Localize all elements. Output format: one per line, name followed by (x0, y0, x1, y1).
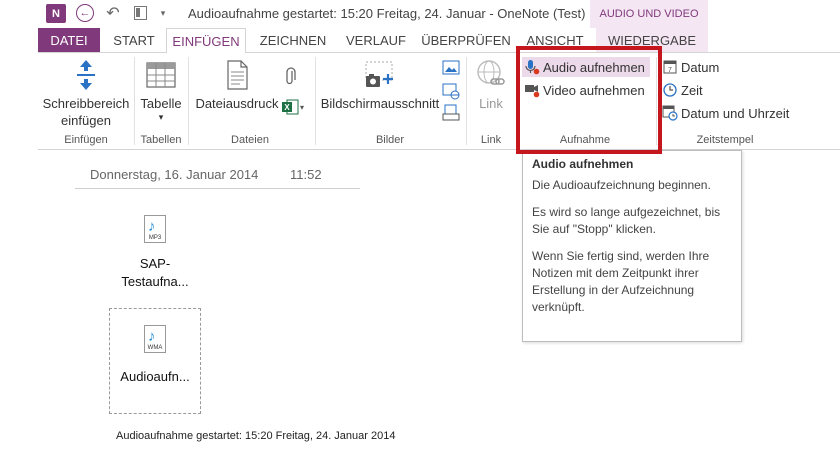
highlight-box (516, 46, 662, 154)
insert-space-label-2: einfügen (61, 113, 111, 128)
screen-clipping-icon (318, 55, 442, 95)
link-label: Link (479, 96, 503, 111)
ribbon: Schreibbereich einfügen Einfügen Tabelle… (38, 52, 840, 150)
group-separator (134, 57, 135, 145)
group-label-tabellen: Tabellen (140, 134, 182, 146)
insert-space-button[interactable]: Schreibbereich einfügen (40, 55, 132, 129)
attachment-mp3[interactable]: ♪ MP3 SAP- Testaufna... (105, 215, 205, 291)
customize-quick-access-button[interactable]: ▾ (158, 4, 168, 22)
group-separator (188, 57, 189, 145)
attachment-wma[interactable]: ♪ WMA Audioaufn... (105, 325, 205, 386)
paperclip-icon (286, 67, 296, 85)
group-label-dateien: Dateien (231, 134, 269, 146)
group-separator (315, 57, 316, 145)
audio-file-icon: ♪ WMA (144, 325, 166, 353)
clock-icon (662, 82, 678, 98)
screen-clipping-button[interactable]: Bildschirmausschnitt (318, 55, 442, 112)
page-view-icon (133, 6, 147, 20)
tab-verlauf[interactable]: VERLAUF (340, 28, 412, 52)
tab-ueberpruefen[interactable]: ÜBERPRÜFEN (418, 28, 514, 52)
file-printout-label: Dateiausdruck (195, 96, 279, 111)
contextual-tab-header: AUDIO UND VIDEO (590, 0, 708, 28)
group-label-bilder: Bilder (375, 134, 405, 146)
table-dropdown-icon: ▾ (158, 112, 164, 122)
tab-datei[interactable]: DATEI (38, 28, 100, 52)
tab-einfuegen[interactable]: EINFÜGEN (166, 28, 246, 53)
spreadsheet-dropdown-icon: ▾ (300, 102, 305, 112)
online-picture-icon (442, 83, 460, 100)
table-label: Tabelle (140, 96, 182, 111)
page-date: Donnerstag, 16. Januar 2014 (90, 167, 259, 182)
calendar-icon: 7 (662, 59, 678, 75)
insert-date-label: Datum (681, 59, 720, 75)
audio-file-icon: ♪ MP3 (144, 215, 166, 243)
table-icon (136, 55, 186, 95)
page-time: 11:52 (290, 167, 322, 182)
scanner-icon (442, 104, 460, 121)
insert-time-button[interactable]: Zeit (662, 80, 703, 100)
group-label-zeitstempel: Zeitstempel (696, 134, 754, 146)
screen-clipping-label: Bildschirmausschnitt (320, 96, 440, 111)
svg-text:7: 7 (668, 67, 672, 74)
back-button[interactable]: ← (76, 4, 94, 22)
insert-space-label-1: Schreibbereich (42, 96, 130, 111)
date-divider (75, 188, 360, 189)
file-extension-label: WMA (147, 345, 163, 351)
tooltip-title: Audio aufnehmen (532, 157, 634, 171)
group-label-einfuegen: Einfügen (64, 134, 108, 146)
tooltip-record-audio: Audio aufnehmen Die Audioaufzeichnung be… (522, 150, 742, 342)
insert-date-time-button[interactable]: Datum und Uhrzeit (662, 103, 789, 123)
onenote-logo-icon: N (46, 4, 66, 23)
file-extension-label: MP3 (148, 235, 162, 241)
file-printout-button[interactable]: Dateiausdruck (192, 55, 282, 112)
scanned-image-button[interactable] (442, 104, 460, 122)
picture-icon (442, 60, 460, 75)
window-title: Audioaufnahme gestartet: 15:20 Freitag, … (188, 6, 586, 21)
insert-time-label: Zeit (681, 82, 703, 98)
table-button[interactable]: Tabelle ▾ (136, 55, 186, 123)
group-separator (466, 57, 467, 145)
file-name-line1: SAP- (139, 256, 171, 271)
tooltip-text-3: Wenn Sie fertig sind, werden Ihre Notize… (532, 249, 710, 314)
online-picture-button[interactable] (442, 82, 460, 100)
link-globe-icon (470, 55, 512, 95)
calendar-clock-icon (662, 105, 678, 121)
file-printout-icon (192, 55, 282, 95)
svg-text:X: X (284, 103, 290, 112)
insert-date-button[interactable]: 7 Datum (662, 57, 719, 77)
picture-button[interactable] (442, 59, 460, 77)
link-button[interactable]: Link (470, 55, 512, 112)
spreadsheet-button[interactable]: X ▾ (281, 97, 307, 117)
insert-space-icon (40, 55, 132, 95)
tab-start[interactable]: START (106, 28, 162, 52)
group-label-link: Link (480, 134, 502, 146)
excel-icon: X (282, 99, 299, 115)
file-name-line2: Testaufna... (121, 274, 189, 289)
attach-file-button[interactable] (284, 67, 296, 87)
recording-status-text: Audioaufnahme gestartet: 15:20 Freitag, … (116, 430, 396, 442)
tooltip-text-2: Es wird so lange aufgezeichnet, bis Sie … (532, 205, 721, 236)
tooltip-text-1: Die Audioaufzeichnung beginnen. (532, 178, 711, 192)
undo-button[interactable]: ↶ (104, 4, 122, 22)
file-name-line1: Audioaufn... (120, 369, 190, 384)
ribbon-tabs: DATEI START EINFÜGEN ZEICHNEN VERLAUF ÜB… (0, 28, 840, 53)
title-bar: N ← ↶ ▾ Audioaufnahme gestartet: 15:20 F… (0, 0, 840, 28)
tab-zeichnen[interactable]: ZEICHNEN (252, 28, 334, 52)
insert-date-time-label: Datum und Uhrzeit (681, 105, 790, 121)
page-view-button[interactable] (132, 4, 148, 22)
